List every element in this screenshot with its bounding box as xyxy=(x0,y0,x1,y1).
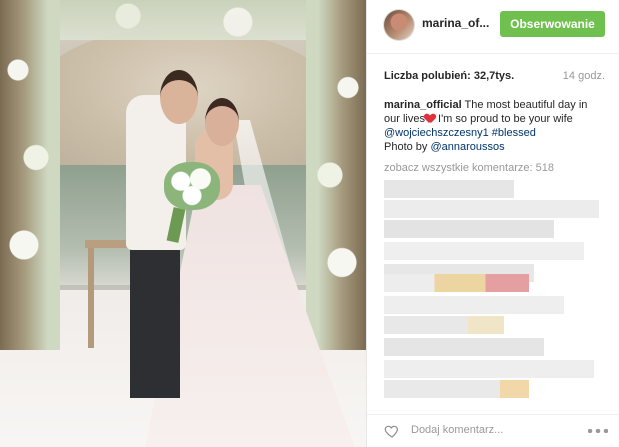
blurred-comment xyxy=(384,220,554,238)
more-options-icon[interactable] xyxy=(588,429,608,433)
post-photo[interactable] xyxy=(0,0,366,447)
blurred-comment xyxy=(384,274,529,292)
bouquet xyxy=(164,162,220,210)
blurred-comments xyxy=(384,180,604,410)
caption-credit: Photo by xyxy=(384,141,431,153)
post-footer: Dodaj komentarz... xyxy=(367,414,619,447)
blurred-comment xyxy=(384,316,504,334)
groom-head xyxy=(160,70,198,124)
instagram-post: marina_of... Obserwowanie Liczba polubie… xyxy=(0,0,619,447)
post-header: marina_of... Obserwowanie xyxy=(367,0,619,54)
flower-arch-right xyxy=(306,0,366,350)
caption-hashtag[interactable]: #blessed xyxy=(489,127,536,139)
likes-count[interactable]: Liczba polubień: 32,7tys. xyxy=(384,70,514,82)
blurred-comment xyxy=(384,338,544,356)
post-sidebar: marina_of... Obserwowanie Liczba polubie… xyxy=(366,0,619,447)
blurred-comment xyxy=(384,200,599,218)
blurred-comment xyxy=(384,360,594,378)
blurred-comment xyxy=(384,296,564,314)
username-link[interactable]: marina_of... xyxy=(422,16,489,30)
blurred-comment xyxy=(384,242,584,260)
caption-credit-mention[interactable]: @annaroussos xyxy=(430,141,504,153)
blurred-comment xyxy=(384,180,514,198)
caption-mention[interactable]: @wojciechszczesny1 xyxy=(384,127,489,139)
table-leg xyxy=(88,248,94,348)
heart-icon[interactable] xyxy=(384,423,400,439)
groom-trousers xyxy=(130,248,180,398)
flower-arch-left xyxy=(0,0,60,350)
bride-head xyxy=(205,98,239,146)
follow-button[interactable]: Obserwowanie xyxy=(500,11,605,37)
avatar[interactable] xyxy=(384,10,414,40)
post-time[interactable]: 14 godz. xyxy=(563,70,605,82)
add-comment-input[interactable]: Dodaj komentarz... xyxy=(411,424,503,436)
red-heart-emoji-icon xyxy=(425,114,435,123)
caption-text: I'm so proud to be your wife xyxy=(434,113,573,125)
view-all-comments-link[interactable]: zobacz wszystkie komentarze: 518 xyxy=(384,162,554,174)
post-caption: marina_official The most beautiful day i… xyxy=(384,98,604,154)
caption-username[interactable]: marina_official xyxy=(384,99,462,111)
blurred-comment xyxy=(384,380,529,398)
